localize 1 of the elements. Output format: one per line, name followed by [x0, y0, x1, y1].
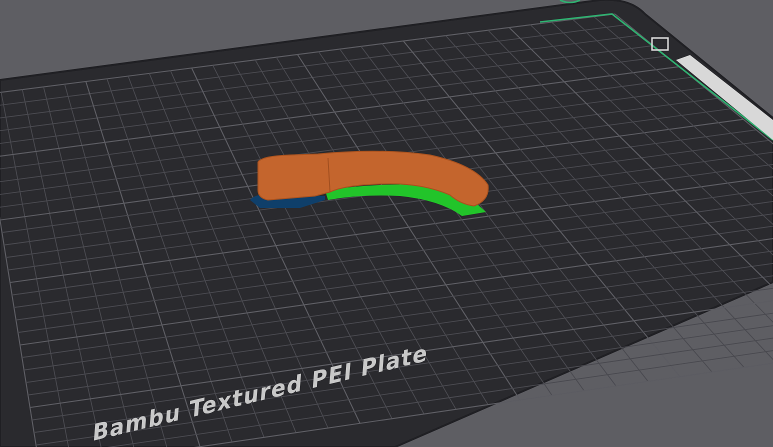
square-icon — [651, 37, 669, 51]
